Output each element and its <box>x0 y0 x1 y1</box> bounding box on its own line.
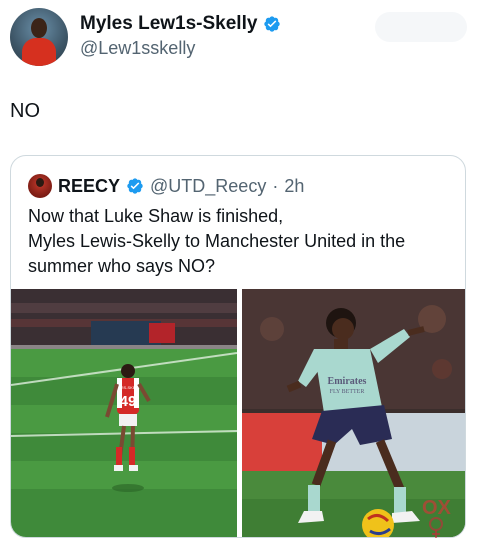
photo-player-back-view[interactable]: 49 LEWIS-SKELLY <box>11 289 237 537</box>
quoted-text-line: Myles Lewis-Skelly to Manchester United … <box>28 231 406 251</box>
quoted-verified-badge-icon <box>127 178 143 194</box>
tweet-text: NO <box>10 100 40 122</box>
quoted-tweet-header: REECY @UTD_Reecy · 2h <box>28 174 304 198</box>
quoted-author-avatar[interactable] <box>28 174 52 198</box>
quoted-media-grid: 49 LEWIS-SKELLY Emirates FLY BETTER <box>11 289 465 537</box>
verified-badge-icon <box>264 16 281 32</box>
quoted-text-line: summer who says NO? <box>28 256 216 276</box>
quoted-separator: · <box>272 175 279 196</box>
follow-button[interactable] <box>375 12 467 42</box>
watermark-logo-icon: OX <box>422 497 452 538</box>
author-name-row: Myles Lew1s-Skelly <box>80 13 281 35</box>
quoted-author-handle[interactable]: @UTD_Reecy <box>150 176 266 197</box>
author-handle[interactable]: @Lew1sskelly <box>80 38 195 59</box>
quoted-author-display-name[interactable]: REECY <box>58 176 120 197</box>
photo-left-drawing: 49 LEWIS-SKELLY <box>11 289 237 537</box>
quoted-tweet-text: Now that Luke Shaw is finished, Myles Le… <box>28 204 453 279</box>
sponsor-text: Emirates <box>328 376 367 387</box>
quoted-text-line: Now that Luke Shaw is finished, <box>28 206 284 226</box>
sponsor-subtext: FLY BETTER <box>330 389 365 395</box>
author-display-name[interactable]: Myles Lew1s-Skelly <box>80 13 257 35</box>
quoted-tweet-card[interactable]: REECY @UTD_Reecy · 2h Now that Luke Shaw… <box>10 155 466 538</box>
tweet-header: Myles Lew1s-Skelly @Lew1sskelly <box>10 8 467 68</box>
svg-text:OX: OX <box>422 497 452 519</box>
quoted-timestamp[interactable]: 2h <box>284 176 304 197</box>
shirt-number: 49 <box>120 393 137 410</box>
author-avatar[interactable] <box>10 8 68 66</box>
